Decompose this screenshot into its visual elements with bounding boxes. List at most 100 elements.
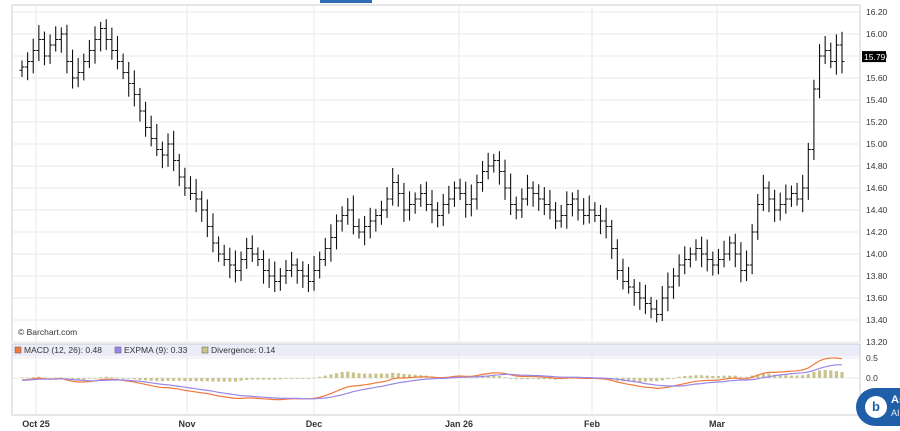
divergence-bar xyxy=(801,375,805,378)
divergence-bar xyxy=(284,378,288,379)
divergence-bar xyxy=(318,376,322,378)
divergence-bar xyxy=(222,378,226,382)
ai-logo-icon: b xyxy=(865,396,887,418)
macd-legend-swatch xyxy=(14,346,22,354)
divergence-bar xyxy=(273,378,277,380)
divergence-bar xyxy=(138,378,142,380)
divergence-bar xyxy=(385,373,389,378)
divergence-bar xyxy=(363,373,367,378)
divergence-bar xyxy=(216,378,221,382)
macd-legend-label: MACD (12, 26): 0.48 xyxy=(24,345,102,355)
divergence-bar xyxy=(211,378,215,382)
divergence-bar xyxy=(110,377,114,378)
price-tick-label: 16.20 xyxy=(866,7,888,17)
divergence-bar xyxy=(346,371,350,378)
divergence-bar xyxy=(256,378,260,380)
divergence-bar xyxy=(104,376,108,378)
divergence-bar xyxy=(368,373,372,378)
divergence-bar xyxy=(233,378,238,382)
divergence-bar xyxy=(261,378,266,380)
divergence-bar xyxy=(172,378,176,381)
divergence-bar xyxy=(716,376,721,378)
divergence-bar xyxy=(20,377,24,379)
divergence-bar xyxy=(497,376,501,378)
x-tick-label: Feb xyxy=(584,419,601,429)
macd-tick-label: 0.0 xyxy=(866,373,878,383)
divergence-bar xyxy=(306,378,311,379)
divergence-bar xyxy=(289,378,294,379)
divergence-bar xyxy=(183,378,187,382)
divergence-bar xyxy=(711,376,715,378)
divergence-bar xyxy=(391,372,395,378)
price-chart[interactable]: 16.2016.0015.8015.6015.4015.2015.0014.80… xyxy=(0,0,900,431)
divergence-bar xyxy=(739,376,743,378)
divergence-bar xyxy=(132,378,136,380)
divergence-bar xyxy=(295,378,299,379)
divergence-bar xyxy=(834,371,838,378)
divergence-bar xyxy=(149,378,153,381)
x-tick-label: Nov xyxy=(178,419,195,429)
divergence-bar xyxy=(166,378,170,381)
divergence-bar xyxy=(469,377,473,379)
divergence-bar xyxy=(301,378,305,379)
divergence-bar xyxy=(228,378,232,382)
divergence-bar xyxy=(778,375,782,378)
divergence-bar xyxy=(245,378,249,380)
divergence-bar xyxy=(531,378,535,379)
divergence-bar xyxy=(99,377,103,378)
x-tick-label: Dec xyxy=(306,419,323,429)
divergence-bar xyxy=(177,378,181,381)
divergence-bar xyxy=(278,378,282,380)
divergence-bar xyxy=(127,378,131,379)
divergence-bar xyxy=(155,378,159,382)
divergence-bar xyxy=(115,377,120,379)
divergence-bar xyxy=(188,378,193,382)
divergence-bar xyxy=(666,378,670,380)
price-tick-label: 14.20 xyxy=(866,227,888,237)
x-tick-label: Oct 25 xyxy=(22,419,50,429)
divergence-bar xyxy=(93,378,97,379)
divergence-bar xyxy=(379,373,384,378)
price-tick-label: 14.80 xyxy=(866,161,888,171)
divergence-bar xyxy=(160,378,165,382)
divergence-bar xyxy=(806,374,810,378)
divergence-bar xyxy=(812,372,816,378)
price-tick-label: 15.00 xyxy=(866,139,888,149)
divergence-bar xyxy=(823,370,827,378)
divergence-bar xyxy=(671,378,676,379)
price-tick-label: 14.00 xyxy=(866,249,888,259)
divergence-bar xyxy=(728,375,732,378)
divergence-bar xyxy=(31,377,35,378)
divergence-bar xyxy=(525,378,530,380)
price-tick-label: 16.00 xyxy=(866,29,888,39)
divergence-bar xyxy=(520,378,524,380)
price-tick-label: 15.60 xyxy=(866,73,888,83)
divergence-bar xyxy=(643,378,648,382)
x-tick-label: Mar xyxy=(709,419,726,429)
price-tick-label: 14.60 xyxy=(866,183,888,193)
divergence-bar xyxy=(509,378,513,379)
ask-ai-line1: As xyxy=(891,394,900,406)
divergence-bar xyxy=(340,372,344,378)
divergence-bar xyxy=(699,375,704,378)
divergence-bar xyxy=(351,372,355,378)
x-tick-label: Jan 26 xyxy=(445,419,473,429)
divergence-bar xyxy=(194,378,198,382)
price-tick-label: 14.40 xyxy=(866,205,888,215)
last-price-label: 15.79 xyxy=(864,52,886,62)
divergence-bar xyxy=(121,378,125,379)
ask-ai-button[interactable]: b As AI xyxy=(856,388,900,426)
watermark: © Barchart.com xyxy=(18,327,77,337)
divergence-bar xyxy=(143,378,148,381)
price-tick-label: 13.20 xyxy=(866,337,888,347)
divergence-bar xyxy=(649,378,653,382)
divergence-bar xyxy=(677,376,681,378)
divergence-bar xyxy=(239,378,243,381)
divergence-bar xyxy=(542,378,546,380)
divergence-bar xyxy=(784,375,788,378)
divergence-bar xyxy=(267,378,271,380)
divergence-bar xyxy=(205,378,209,382)
price-tick-label: 15.20 xyxy=(866,117,888,127)
divergence-bar xyxy=(840,372,844,378)
expma-legend-label: EXPMA (9): 0.33 xyxy=(124,345,188,355)
